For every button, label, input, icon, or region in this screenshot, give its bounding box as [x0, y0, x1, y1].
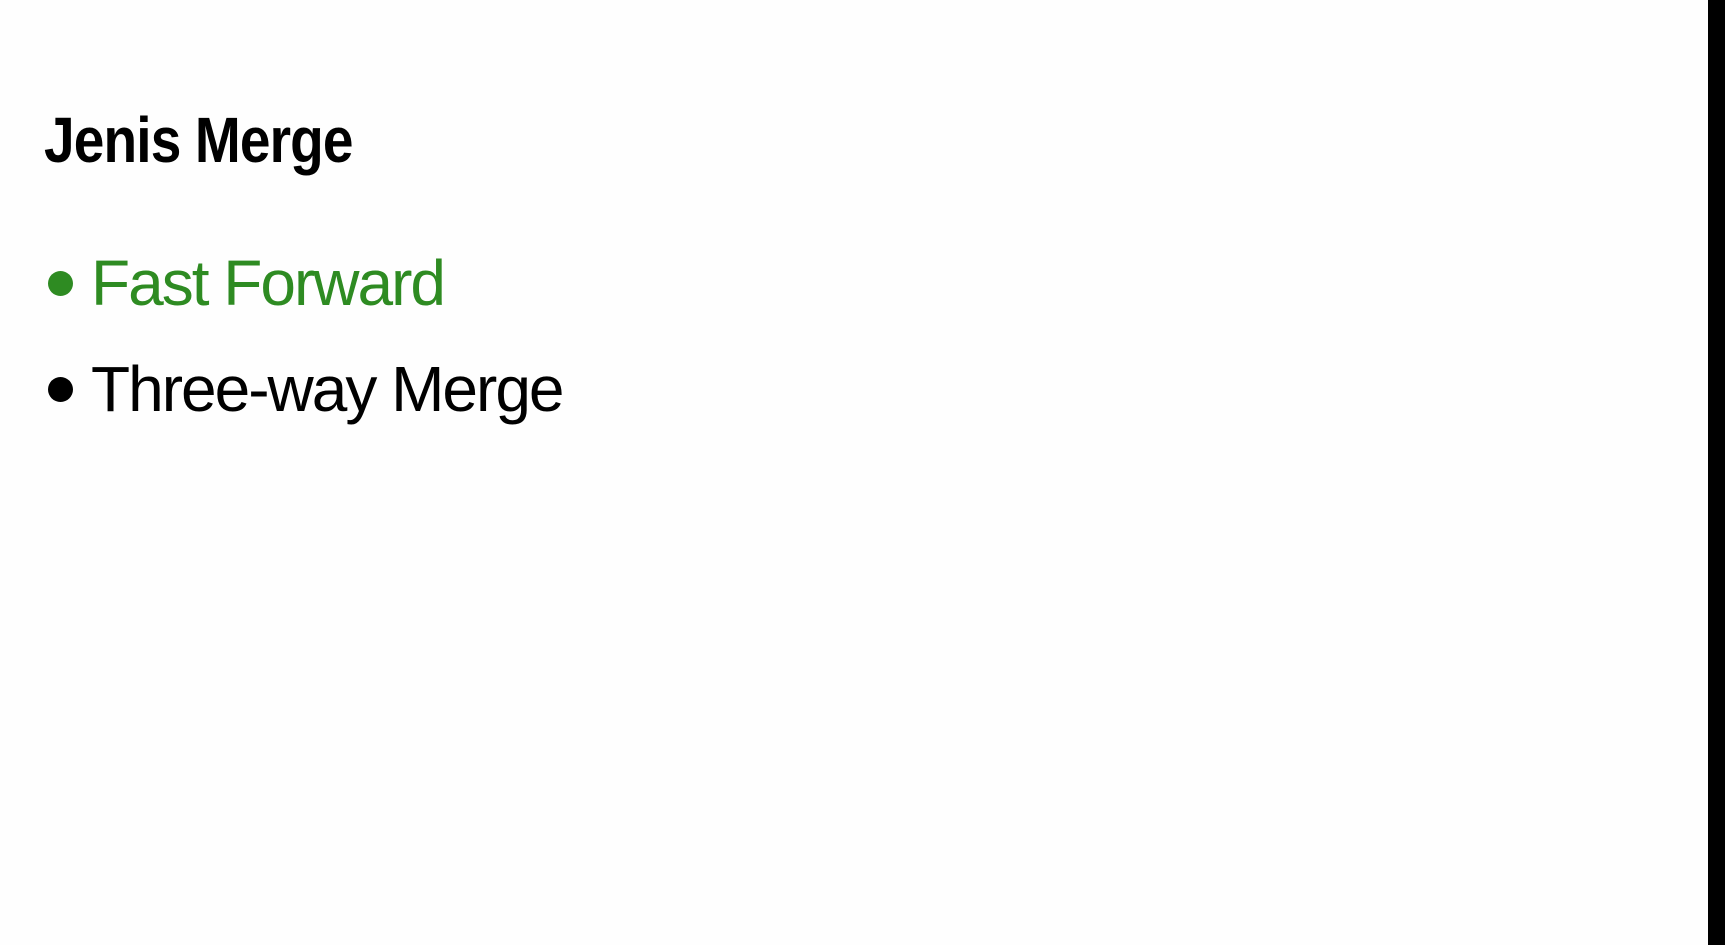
- bullet-dot-icon: [48, 270, 73, 296]
- bullet-list: Fast Forward Three-way Merge: [48, 248, 564, 460]
- bullet-label: Fast Forward: [91, 247, 446, 319]
- window-edge: [1708, 0, 1725, 945]
- bullet-label: Three-way Merge: [91, 353, 564, 425]
- slide-title: Jenis Merge: [44, 104, 354, 176]
- bullet-item-fast-forward: Fast Forward: [48, 248, 563, 318]
- bullet-item-three-way-merge: Three-way Merge: [48, 353, 564, 425]
- bullet-dot-icon: [48, 376, 73, 402]
- slide: Jenis Merge Fast Forward Three-way Merge: [0, 0, 1708, 945]
